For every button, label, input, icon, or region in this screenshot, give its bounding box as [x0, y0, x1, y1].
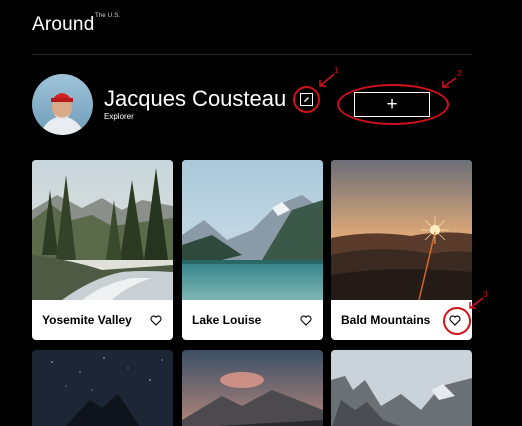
place-card[interactable] — [32, 350, 173, 426]
place-photo — [182, 350, 323, 426]
heart-icon — [150, 315, 162, 326]
place-title: Lake Louise — [192, 313, 262, 327]
heart-icon — [300, 315, 312, 326]
annotation-number: 2 — [457, 69, 462, 78]
add-place-button[interactable]: + — [354, 92, 430, 117]
place-card[interactable] — [331, 350, 472, 426]
place-photo — [32, 350, 173, 426]
header-divider — [32, 54, 472, 55]
like-button[interactable] — [299, 313, 313, 327]
place-title: Yosemite Valley — [42, 313, 132, 327]
logo-text: Around — [32, 14, 95, 35]
place-photo — [32, 160, 173, 300]
profile-name: Jacques Cousteau — [104, 86, 287, 111]
avatar — [32, 74, 93, 135]
site-logo: Around The U.S. — [32, 13, 120, 36]
place-photo — [331, 160, 472, 300]
place-card[interactable]: Yosemite Valley — [32, 160, 173, 340]
heart-icon — [449, 315, 461, 326]
profile-role: Explorer — [104, 112, 134, 121]
place-photo — [182, 160, 323, 300]
edit-profile-button[interactable] — [300, 93, 313, 106]
place-title: Bald Mountains — [341, 313, 431, 327]
like-button[interactable] — [149, 313, 163, 327]
like-button[interactable] — [448, 313, 462, 327]
annotation-number: 3 — [483, 290, 488, 299]
place-card[interactable] — [182, 350, 323, 426]
annotation-number: 1 — [334, 66, 339, 75]
place-card[interactable]: Lake Louise — [182, 160, 323, 340]
place-photo — [331, 350, 472, 426]
place-card[interactable]: Bald Mountains — [331, 160, 472, 340]
plus-icon: + — [386, 94, 398, 115]
pencil-icon — [304, 97, 309, 102]
logo-superscript: The U.S. — [95, 13, 121, 19]
